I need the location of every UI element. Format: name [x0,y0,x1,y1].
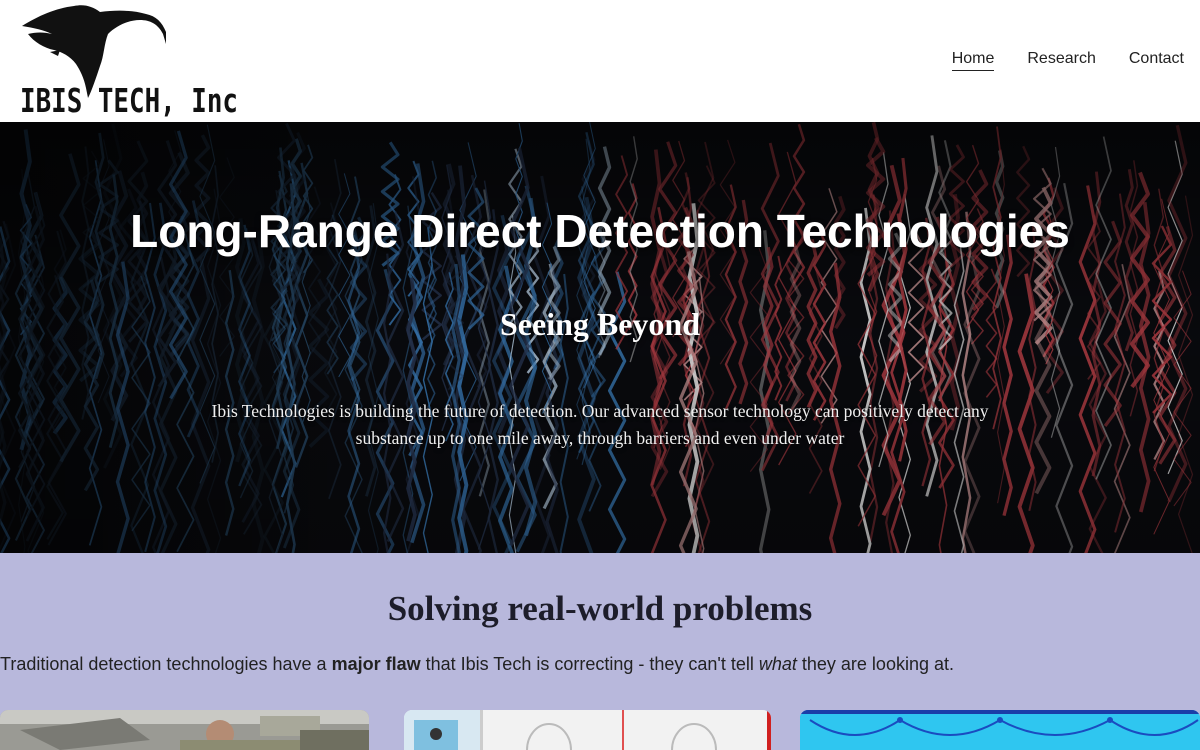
svg-text:IBIS TECH, Inc: IBIS TECH, Inc [20,81,238,120]
problems-intro-part: Traditional detection technologies have … [0,654,332,674]
ibis-bird-icon: IBIS TECH, Inc [20,5,238,120]
problem-card-image-scanner[interactable] [404,710,771,750]
problem-card-image-signal[interactable] [800,710,1200,750]
problem-cards [0,710,1200,750]
problems-intro-part: they are looking at. [796,654,954,674]
logo[interactable]: IBIS TECH, Inc [20,2,242,120]
problems-section: Solving real-world problems Traditional … [0,553,1200,750]
soldiers-photo [0,710,369,750]
nav-home-link[interactable]: Home [951,50,995,71]
body-scanner-image [404,710,771,750]
main-nav: Home Research Contact [919,50,1184,71]
problems-intro-italic: what [758,654,797,674]
hero-title: Long-Range Direct Detection Technologies [130,205,1070,257]
hero-description: Ibis Technologies is building the future… [211,401,989,448]
problems-intro-part: that Ibis Tech is correcting - they can'… [420,654,759,674]
signal-graph-image [800,710,1200,750]
problems-title: Solving real-world problems [387,589,813,628]
problem-card-image-soldiers[interactable] [0,710,369,750]
problems-intro: Traditional detection technologies have … [0,654,1200,675]
hero-section: Long-Range Direct Detection Technologies… [0,122,1200,553]
nav-contact-link[interactable]: Contact [1129,50,1184,71]
nav-research-link[interactable]: Research [1027,50,1095,71]
problems-intro-bold: major flaw [331,654,421,674]
hero-subtitle: Seeing Beyond [499,306,701,342]
site-header: IBIS TECH, Inc Home Research Contact [0,0,1200,122]
